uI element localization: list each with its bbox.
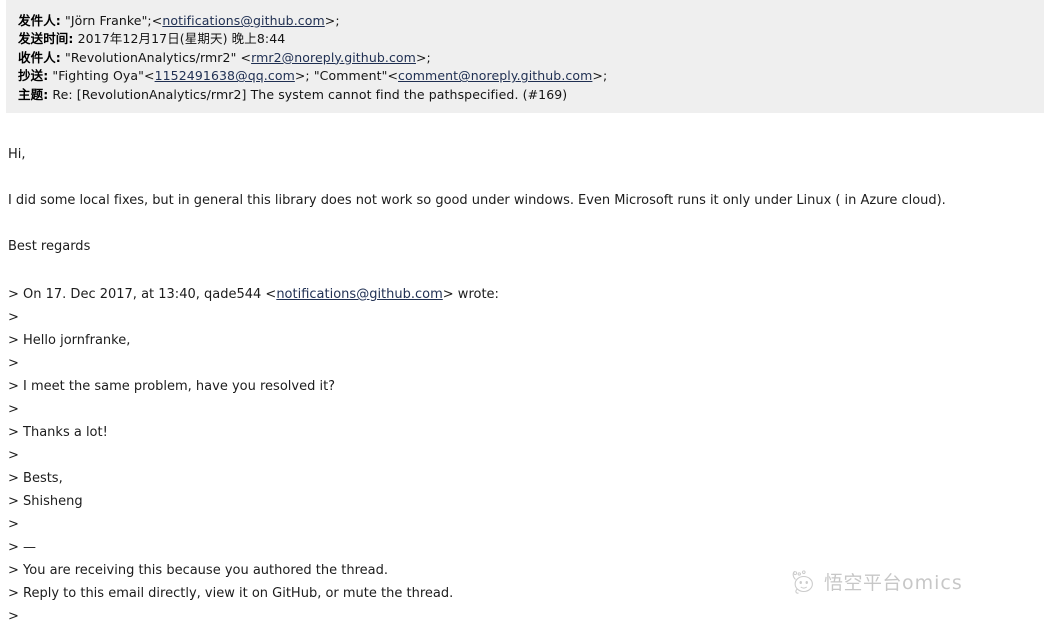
quote-line: > Hello jornfranke, xyxy=(8,329,1038,352)
quote-line: > On 17. Dec 2017, at 13:40, qade544 <no… xyxy=(8,283,1038,306)
email-address-link[interactable]: 1152491638@qq.com xyxy=(155,68,295,83)
text-run: > I meet the same problem, have you reso… xyxy=(8,379,336,394)
text-run: > Shisheng xyxy=(8,494,83,509)
body-blank-line xyxy=(8,212,1038,235)
text-run: >; xyxy=(324,13,340,28)
email-header-row: 发送时间: 2017年12月17日(星期天) 晚上8:44 xyxy=(18,30,1044,48)
text-run: > You are receiving this because you aut… xyxy=(8,563,388,578)
text-run: > xyxy=(8,310,19,325)
email-header-row: 主题: Re: [RevolutionAnalytics/rmr2] The s… xyxy=(18,86,1044,104)
quote-line: > xyxy=(8,306,1038,329)
body-blank-line xyxy=(8,166,1038,189)
text-run: "RevolutionAnalytics/rmr2" < xyxy=(60,49,252,65)
quote-line: > Shisheng xyxy=(8,490,1038,513)
email-header-panel: 发件人: "Jörn Franke";<notifications@github… xyxy=(6,0,1044,113)
quote-line: > xyxy=(8,352,1038,375)
email-header-value: "Fighting Oya"<1152491638@qq.com>; "Comm… xyxy=(48,68,607,83)
quoted-email-address-link[interactable]: notifications@github.com xyxy=(276,287,442,302)
quote-line: > xyxy=(8,398,1038,421)
email-address-link[interactable]: comment@noreply.github.com xyxy=(398,68,592,83)
text-run: > Bests, xyxy=(8,471,63,486)
text-run: >; xyxy=(415,49,431,65)
text-run: > Hello jornfranke, xyxy=(8,333,131,348)
email-header-value: 2017年12月17日(星期天) 晚上8:44 xyxy=(74,31,286,46)
email-header-row: 发件人: "Jörn Franke";<notifications@github… xyxy=(18,12,1044,30)
email-header-label: 发件人: xyxy=(18,13,61,28)
email-header-value: "RevolutionAnalytics/rmr2" <rmr2@noreply… xyxy=(61,50,431,65)
email-header-value: Re: [RevolutionAnalytics/rmr2] The syste… xyxy=(48,87,567,102)
quote-line: > You are receiving this because you aut… xyxy=(8,559,1038,582)
text-run: Re: [RevolutionAnalytics/rmr2] The syste… xyxy=(48,86,568,102)
quote-line: > Reply to this email directly, view it … xyxy=(8,582,1038,605)
text-run: > xyxy=(8,609,19,624)
quote-line: > xyxy=(8,513,1038,536)
text-run: > xyxy=(8,517,19,532)
quote-line: > — xyxy=(8,536,1038,559)
text-run: > On 17. Dec 2017, at 13:40, qade544 < xyxy=(8,287,277,302)
text-run: > wrote: xyxy=(442,287,499,302)
quote-line: > xyxy=(8,605,1038,628)
email-header-label: 发送时间: xyxy=(18,31,74,47)
email-header-label: 主题: xyxy=(18,86,49,102)
email-header-row: 收件人: "RevolutionAnalytics/rmr2" <rmr2@no… xyxy=(18,49,1044,67)
quote-line: > Bests, xyxy=(8,467,1038,490)
email-header-value: "Jörn Franke";<notifications@github.com>… xyxy=(61,13,340,28)
quote-line: > xyxy=(8,444,1038,467)
text-run: > Thanks a lot! xyxy=(8,425,108,440)
quote-line: > I meet the same problem, have you reso… xyxy=(8,375,1038,398)
email-address-link[interactable]: rmr2@noreply.github.com xyxy=(251,50,416,65)
email-body: Hi, I did some local fixes, but in genera… xyxy=(8,143,1038,258)
text-run: > Reply to this email directly, view it … xyxy=(8,586,454,601)
quote-line: > Thanks a lot! xyxy=(8,421,1038,444)
text-run: > xyxy=(8,448,19,463)
body-line: I did some local fixes, but in general t… xyxy=(8,193,946,208)
body-line: Hi, xyxy=(8,147,26,162)
body-line: Best regards xyxy=(8,239,91,254)
email-header-row: 抄送: "Fighting Oya"<1152491638@qq.com>; "… xyxy=(18,67,1044,85)
text-run: > xyxy=(8,356,19,371)
email-quoted-text: > On 17. Dec 2017, at 13:40, qade544 <no… xyxy=(8,283,1038,628)
email-header-label: 收件人: xyxy=(18,49,61,65)
email-header-label: 抄送: xyxy=(18,68,49,84)
text-run: "Jörn Franke";< xyxy=(60,13,163,28)
text-run: "Fighting Oya"< xyxy=(48,68,155,84)
text-run: > — xyxy=(8,540,37,555)
email-address-link[interactable]: notifications@github.com xyxy=(162,13,324,28)
text-run: >; "Comment"< xyxy=(294,68,399,84)
text-run: >; xyxy=(592,68,608,84)
text-run: > xyxy=(8,402,19,417)
text-run: 2017年12月17日(星期天) 晚上8:44 xyxy=(73,31,286,47)
